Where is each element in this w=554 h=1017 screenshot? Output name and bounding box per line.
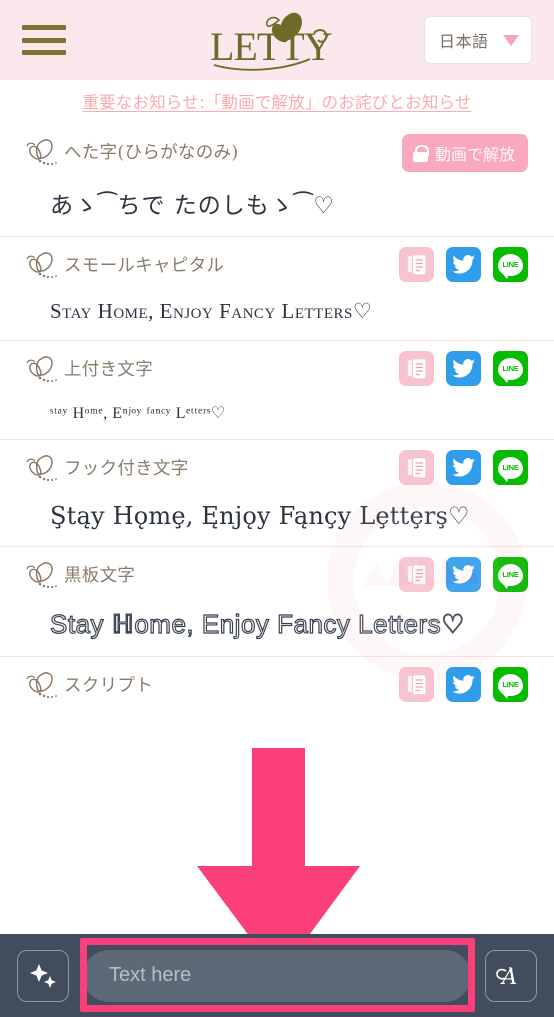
row-actions: LINE	[399, 667, 528, 702]
list-item: スモールキャピタル LINE Stay Home, Enjoy Fancy Le…	[0, 237, 554, 341]
bottom-toolbar: A	[0, 934, 554, 1017]
twitter-icon[interactable]	[446, 667, 481, 702]
sample-text: Ştąy Hǫmȩ, Ęnjǫy Fąnçy Lȩttȩrş♡	[50, 502, 470, 530]
hamburger-menu-icon[interactable]	[22, 23, 66, 57]
script-font-a-icon[interactable]: A	[485, 949, 537, 1002]
row-label: スクリプト	[64, 676, 153, 696]
line-icon[interactable]: LINE	[493, 247, 528, 282]
sparkles-icon[interactable]	[17, 949, 69, 1002]
text-input-wrapper	[83, 949, 471, 1002]
list-item: 黒板文字 LINE Stay ℍome, Enjoy Fancy Letters…	[0, 481, 554, 681]
row-header: 上付き文字 LINE	[26, 351, 528, 395]
row-title: スクリプト	[26, 667, 153, 703]
row-actions: LINE	[399, 450, 528, 485]
font-style-list: へた字(ひらがなのみ) 動画で解放 あゝ⁀ちで たのしもゝ⁀♡ スモールキャピタ…	[0, 124, 554, 735]
twitter-bird-glyph	[452, 675, 475, 694]
list-item: スクリプト LINE	[0, 657, 554, 735]
row-title: 黒板文字	[26, 557, 135, 593]
sample-text: ˢᵗᵃʸ Hᵒᵐᵉ, Eⁿʲᵒʸ ᶠᵃⁿᶜʸ Lᵉᵗᵗᵉʳˢ♡	[50, 405, 226, 422]
butterfly-icon	[26, 672, 57, 699]
copy-glyph	[407, 563, 427, 585]
row-header: スクリプト LINE	[26, 667, 528, 711]
butterfly-icon	[26, 252, 57, 279]
row-header: スモールキャピタル LINE	[26, 247, 528, 291]
copy-glyph	[407, 357, 427, 379]
butterfly-icon	[26, 562, 57, 589]
hamburger-line	[22, 37, 66, 43]
script-a-glyph: A	[496, 965, 517, 989]
twitter-bird-glyph	[452, 565, 475, 584]
row-title: 上付き文字	[26, 351, 153, 387]
notice-banner: 重要なお知らせ:「動画で解放」のお詫びとお知らせ	[0, 80, 554, 124]
twitter-icon[interactable]	[446, 351, 481, 386]
row-label: 上付き文字	[64, 360, 153, 380]
sample-text: あゝ⁀ちで たのしもゝ⁀♡	[50, 193, 335, 219]
line-icon[interactable]: LINE	[493, 450, 528, 485]
row-label: 黒板文字	[64, 566, 136, 586]
sparkles-glyph	[30, 963, 56, 988]
line-label: LINE	[498, 673, 523, 699]
row-header: 黒板文字 LINE	[26, 557, 528, 601]
copy-glyph	[407, 456, 427, 478]
search-input[interactable]	[83, 949, 471, 1002]
copy-icon[interactable]	[399, 450, 434, 485]
row-actions: LINE	[399, 351, 528, 386]
line-icon[interactable]: LINE	[493, 557, 528, 592]
copy-icon[interactable]	[399, 247, 434, 282]
line-label: LINE	[498, 253, 523, 279]
butterfly-icon	[26, 356, 57, 383]
row-actions: LINE	[399, 557, 528, 592]
unlock-button-label: 動画で解放	[434, 145, 515, 164]
row-label: へた字(ひらがなのみ)	[64, 143, 239, 163]
twitter-icon[interactable]	[446, 557, 481, 592]
unlock-with-video-button[interactable]: 動画で解放	[401, 134, 528, 172]
sample-text: Stay Home, Enjoy Fancy Letters♡	[50, 299, 373, 323]
twitter-bird-glyph	[452, 255, 475, 274]
hamburger-line	[22, 25, 66, 30]
copy-glyph	[407, 253, 427, 275]
line-label: LINE	[498, 456, 523, 482]
row-header: へた字(ひらがなのみ) 動画で解放	[26, 134, 528, 178]
app-header: LETTY 日本語	[0, 0, 554, 80]
sample-text	[26, 711, 528, 735]
copy-icon[interactable]	[399, 557, 434, 592]
line-label: LINE	[498, 563, 523, 589]
chevron-down-icon	[503, 34, 519, 46]
lock-icon	[412, 144, 430, 162]
row-label: スモールキャピタル	[64, 256, 225, 276]
logo-wordmark: LETTY	[210, 24, 332, 69]
row-title: フック付き文字	[26, 450, 189, 486]
twitter-icon[interactable]	[446, 247, 481, 282]
notice-link[interactable]: 重要なお知らせ:「動画で解放」のお詫びとお知らせ	[82, 93, 471, 112]
twitter-bird-glyph	[452, 359, 475, 378]
copy-glyph	[407, 673, 427, 695]
row-label: フック付き文字	[64, 459, 189, 479]
language-selected-label: 日本語	[439, 32, 489, 51]
sample-text: Stay ℍome, Enjoy Fancy Letters♡	[49, 608, 465, 639]
butterfly-icon	[26, 455, 57, 482]
app-root: LETTY 日本語 重要なお知らせ:「動画で解放」のお詫びとお知らせ へた字(ひ…	[0, 0, 554, 1017]
svg-text:A: A	[500, 965, 517, 989]
hamburger-line	[22, 50, 66, 55]
list-item: フック付き文字 LINE Ştąy Hǫmȩ, Ęnjǫy Fąnçy Lȩtt…	[0, 440, 554, 547]
row-header: フック付き文字 LINE	[26, 450, 528, 494]
twitter-icon[interactable]	[446, 450, 481, 485]
row-title: スモールキャピタル	[26, 247, 224, 283]
butterfly-icon	[26, 139, 57, 166]
app-logo[interactable]: LETTY	[202, 7, 352, 73]
list-item: 上付き文字 LINE ˢᵗᵃʸ Hᵒᵐᵉ, Eⁿʲᵒʸ ᶠᵃⁿᶜʸ Lᵉᵗᵗᵉʳ…	[0, 341, 554, 440]
line-icon[interactable]: LINE	[493, 667, 528, 702]
language-selector[interactable]: 日本語	[424, 16, 532, 64]
line-icon[interactable]: LINE	[493, 351, 528, 386]
copy-icon[interactable]	[399, 667, 434, 702]
line-label: LINE	[498, 357, 523, 383]
copy-icon[interactable]	[399, 351, 434, 386]
row-title: へた字(ひらがなのみ)	[26, 134, 238, 170]
letty-logo-svg: LETTY	[210, 12, 333, 71]
row-actions: LINE	[399, 247, 528, 282]
twitter-bird-glyph	[452, 458, 475, 477]
list-item: へた字(ひらがなのみ) 動画で解放 あゝ⁀ちで たのしもゝ⁀♡	[0, 124, 554, 237]
